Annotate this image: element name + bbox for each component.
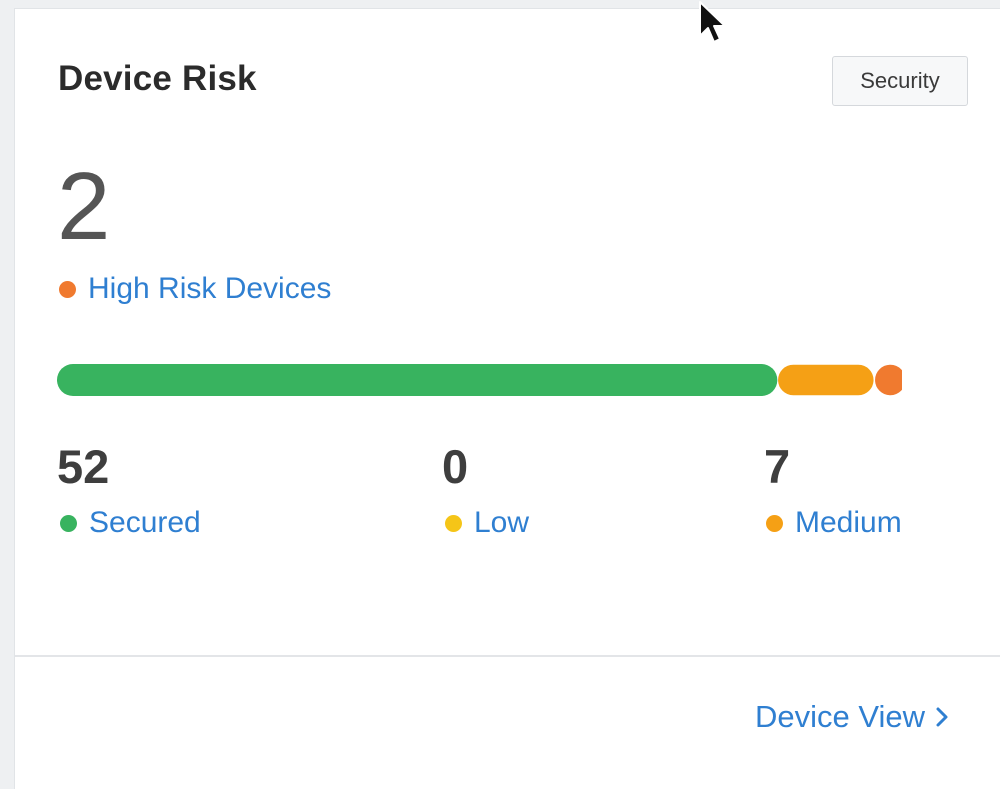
footer-divider (15, 655, 1000, 657)
risk-bar-segment-high (873, 364, 902, 396)
secured-legend[interactable]: Secured (60, 506, 201, 540)
mouse-pointer-icon (699, 1, 726, 43)
risk-bar-segment-secured (57, 364, 778, 396)
medium-legend[interactable]: Medium (766, 506, 902, 540)
high-risk-count: 2 (57, 153, 111, 260)
high-risk-dot-icon (59, 280, 76, 298)
device-view-link[interactable]: Device View (755, 699, 949, 735)
device-view-label[interactable]: Device View (755, 699, 925, 735)
secured-count: 52 (57, 440, 110, 493)
low-count: 0 (442, 440, 469, 493)
risk-bar-segment-medium (776, 364, 876, 396)
card-title: Device Risk (58, 59, 257, 98)
low-link[interactable]: Low (474, 506, 529, 540)
low-legend[interactable]: Low (445, 506, 529, 540)
security-button[interactable]: Security (832, 56, 968, 106)
low-dot-icon (445, 514, 462, 532)
medium-count: 7 (764, 440, 791, 493)
high-risk-devices-link[interactable]: High Risk Devices (88, 272, 331, 306)
secured-link[interactable]: Secured (89, 506, 201, 540)
chevron-right-icon[interactable] (935, 706, 949, 728)
device-risk-card: Device Risk Security 2 High Risk Devices… (14, 8, 1000, 789)
risk-distribution-bar (57, 364, 902, 396)
medium-dot-icon (766, 514, 783, 532)
medium-link[interactable]: Medium (795, 506, 902, 540)
high-risk-legend[interactable]: High Risk Devices (59, 272, 331, 306)
secured-dot-icon (60, 514, 77, 532)
